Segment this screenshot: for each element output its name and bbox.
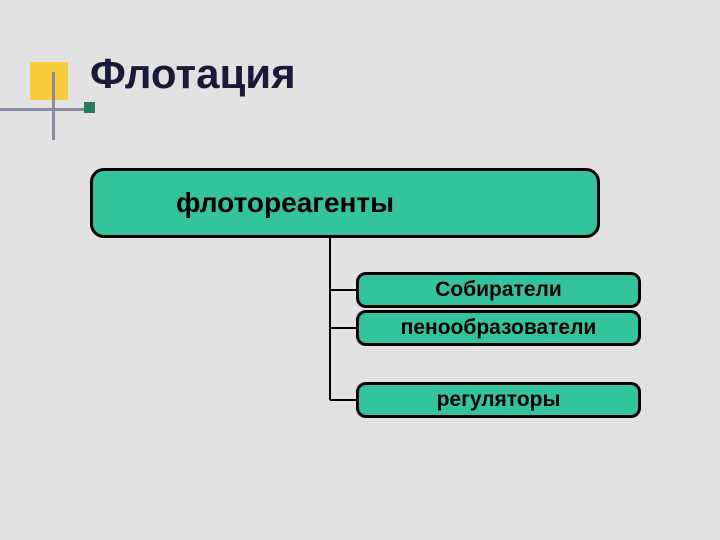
decoration-hline xyxy=(0,108,84,111)
child-node-2: пенообразователи xyxy=(356,310,641,346)
child-label: Собиратели xyxy=(435,278,562,302)
root-node: флотореагенты xyxy=(90,168,600,238)
small-square-icon xyxy=(84,102,95,113)
child-node-3: регуляторы xyxy=(356,382,641,418)
child-node-1: Собиратели xyxy=(356,272,641,308)
root-label: флотореагенты xyxy=(176,187,394,219)
child-label: регуляторы xyxy=(437,388,561,412)
child-label: пенообразователи xyxy=(401,316,597,340)
page-title: Флотация xyxy=(90,50,296,98)
yellow-square-icon xyxy=(30,62,68,100)
decoration-vline xyxy=(52,72,55,140)
